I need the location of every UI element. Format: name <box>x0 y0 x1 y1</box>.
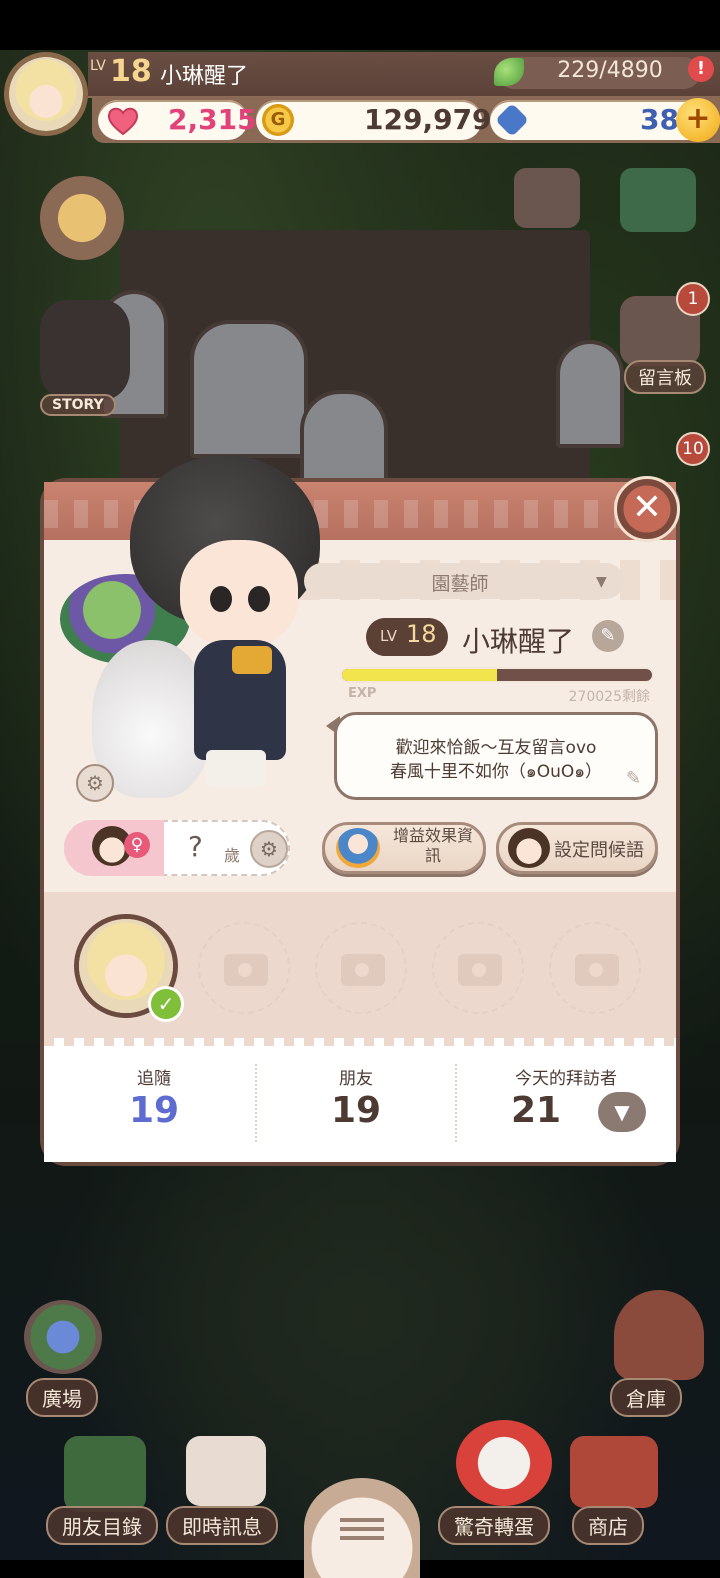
character-bow <box>232 646 272 674</box>
exp-label: EXP <box>348 686 377 701</box>
warehouse-house-icon[interactable] <box>614 1290 704 1380</box>
player-title: 園藝師 <box>431 573 489 595</box>
visitors-count: 21 <box>510 1090 562 1131</box>
player-level: 18 <box>110 54 152 89</box>
buff-info-label: 增益效果資訊 <box>392 826 473 865</box>
build-block-icon[interactable] <box>620 168 696 232</box>
player-avatar[interactable] <box>4 52 88 136</box>
player-name: 小琳醒了 <box>160 64 249 89</box>
coins-value: 129,979 <box>364 103 492 136</box>
heart-icon <box>107 107 139 136</box>
friends-book-icon[interactable] <box>64 1436 146 1512</box>
plaza-label[interactable]: 廣場 <box>26 1378 98 1417</box>
coin-icon: G <box>262 104 294 136</box>
stats-panel-edge <box>44 1038 676 1046</box>
energy-value: 229/4890 <box>557 58 663 83</box>
nav-shop[interactable]: 商店 <box>572 1506 644 1545</box>
photo-slot[interactable] <box>432 922 524 1014</box>
photo-slot[interactable] <box>315 922 407 1014</box>
greeting-line-1: 歡迎來恰飯～互友留言ovo <box>395 738 597 758</box>
buff-character-icon <box>336 828 380 868</box>
greeting-line-2: 春風十里不如你（๑OuO๑） <box>389 762 603 782</box>
nav-chat[interactable]: 即時訊息 <box>166 1506 278 1545</box>
dropdown-arrow-icon: ▼ <box>596 574 607 590</box>
chat-message-icon[interactable] <box>186 1436 266 1506</box>
level-label: LV <box>90 58 106 74</box>
stat-divider <box>255 1064 257 1142</box>
hearts-value: 2,315 <box>168 103 257 136</box>
add-gems-button[interactable]: + <box>676 98 720 142</box>
edit-name-pencil-icon[interactable]: ✎ <box>592 620 624 652</box>
gems-value: 38 <box>640 103 679 136</box>
exp-remaining: 270025剩餘 <box>568 689 650 705</box>
story-bear-icon[interactable] <box>40 300 130 400</box>
follow-label: 追隨 <box>137 1069 171 1089</box>
warehouse-label[interactable]: 倉庫 <box>610 1378 682 1417</box>
set-greeting-label: 設定問候語 <box>554 840 644 861</box>
gacha-machine-icon[interactable] <box>456 1420 552 1506</box>
story-label[interactable]: STORY <box>40 394 116 416</box>
age-value: ? <box>188 830 203 863</box>
age-settings-gear-icon[interactable]: ⚙ <box>250 830 288 868</box>
selected-check-icon: ✓ <box>148 986 184 1022</box>
follow-count[interactable]: 19 <box>84 1090 224 1131</box>
exp-bar-fill <box>342 669 497 681</box>
character-settings-gear-icon[interactable]: ⚙ <box>76 764 114 802</box>
alert-icon[interactable]: ! <box>688 56 714 82</box>
plaza-tree-icon[interactable] <box>24 1300 102 1374</box>
level-badge-label: LV <box>380 627 397 645</box>
nav-gacha[interactable]: 驚奇轉蛋 <box>438 1506 550 1545</box>
visitors-label: 今天的拜訪者 <box>515 1069 617 1089</box>
photo-slot[interactable] <box>549 922 641 1014</box>
gift-badge: 10 <box>676 432 710 466</box>
level-badge-number: 18 <box>406 620 437 648</box>
photo-slot[interactable] <box>198 922 290 1014</box>
profile-name: 小琳醒了 <box>462 625 575 658</box>
story-flower-icon[interactable] <box>40 176 124 260</box>
age-unit: 歲 <box>224 846 241 865</box>
close-button[interactable]: ✕ <box>614 476 680 542</box>
message-board-label[interactable]: 留言板 <box>624 360 706 394</box>
stat-divider <box>455 1064 457 1142</box>
character-face <box>180 540 298 648</box>
message-board-badge: 1 <box>676 282 710 316</box>
menu-hamburger-icon-bar <box>340 1527 384 1531</box>
female-symbol-icon: ♀ <box>124 832 150 858</box>
edit-greeting-pencil-icon[interactable]: ✎ <box>626 768 641 789</box>
character-legs <box>206 750 266 786</box>
shop-stall-icon[interactable] <box>570 1436 658 1508</box>
visitors-dropdown-chevron-icon[interactable]: ▼ <box>598 1092 646 1132</box>
friends-count[interactable]: 19 <box>286 1090 426 1131</box>
friends-label: 朋友 <box>339 1069 373 1089</box>
decorate-box-icon[interactable] <box>514 168 580 228</box>
nav-friends-list[interactable]: 朋友目錄 <box>46 1506 158 1545</box>
greeting-character-icon <box>508 828 550 868</box>
